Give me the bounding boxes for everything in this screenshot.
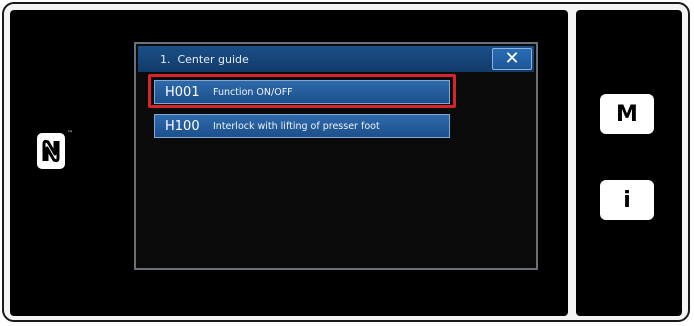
title-bar: 1. Center guide ✕ [138,46,534,72]
item-label: Interlock with lifting of presser foot [213,120,380,132]
close-icon: ✕ [504,48,520,69]
item-code: H100 [165,118,200,134]
menu-item-h100[interactable]: H100 Interlock with lifting of presser f… [154,114,450,138]
nfc-icon [37,133,65,169]
window-title: 1. Center guide [160,53,249,66]
selection-highlight [148,74,456,108]
info-button[interactable]: i [600,180,654,220]
side-panel [576,10,682,316]
nfc-trademark: ™ [67,130,73,137]
mode-button[interactable]: M [600,94,654,134]
close-button[interactable]: ✕ [492,48,532,70]
